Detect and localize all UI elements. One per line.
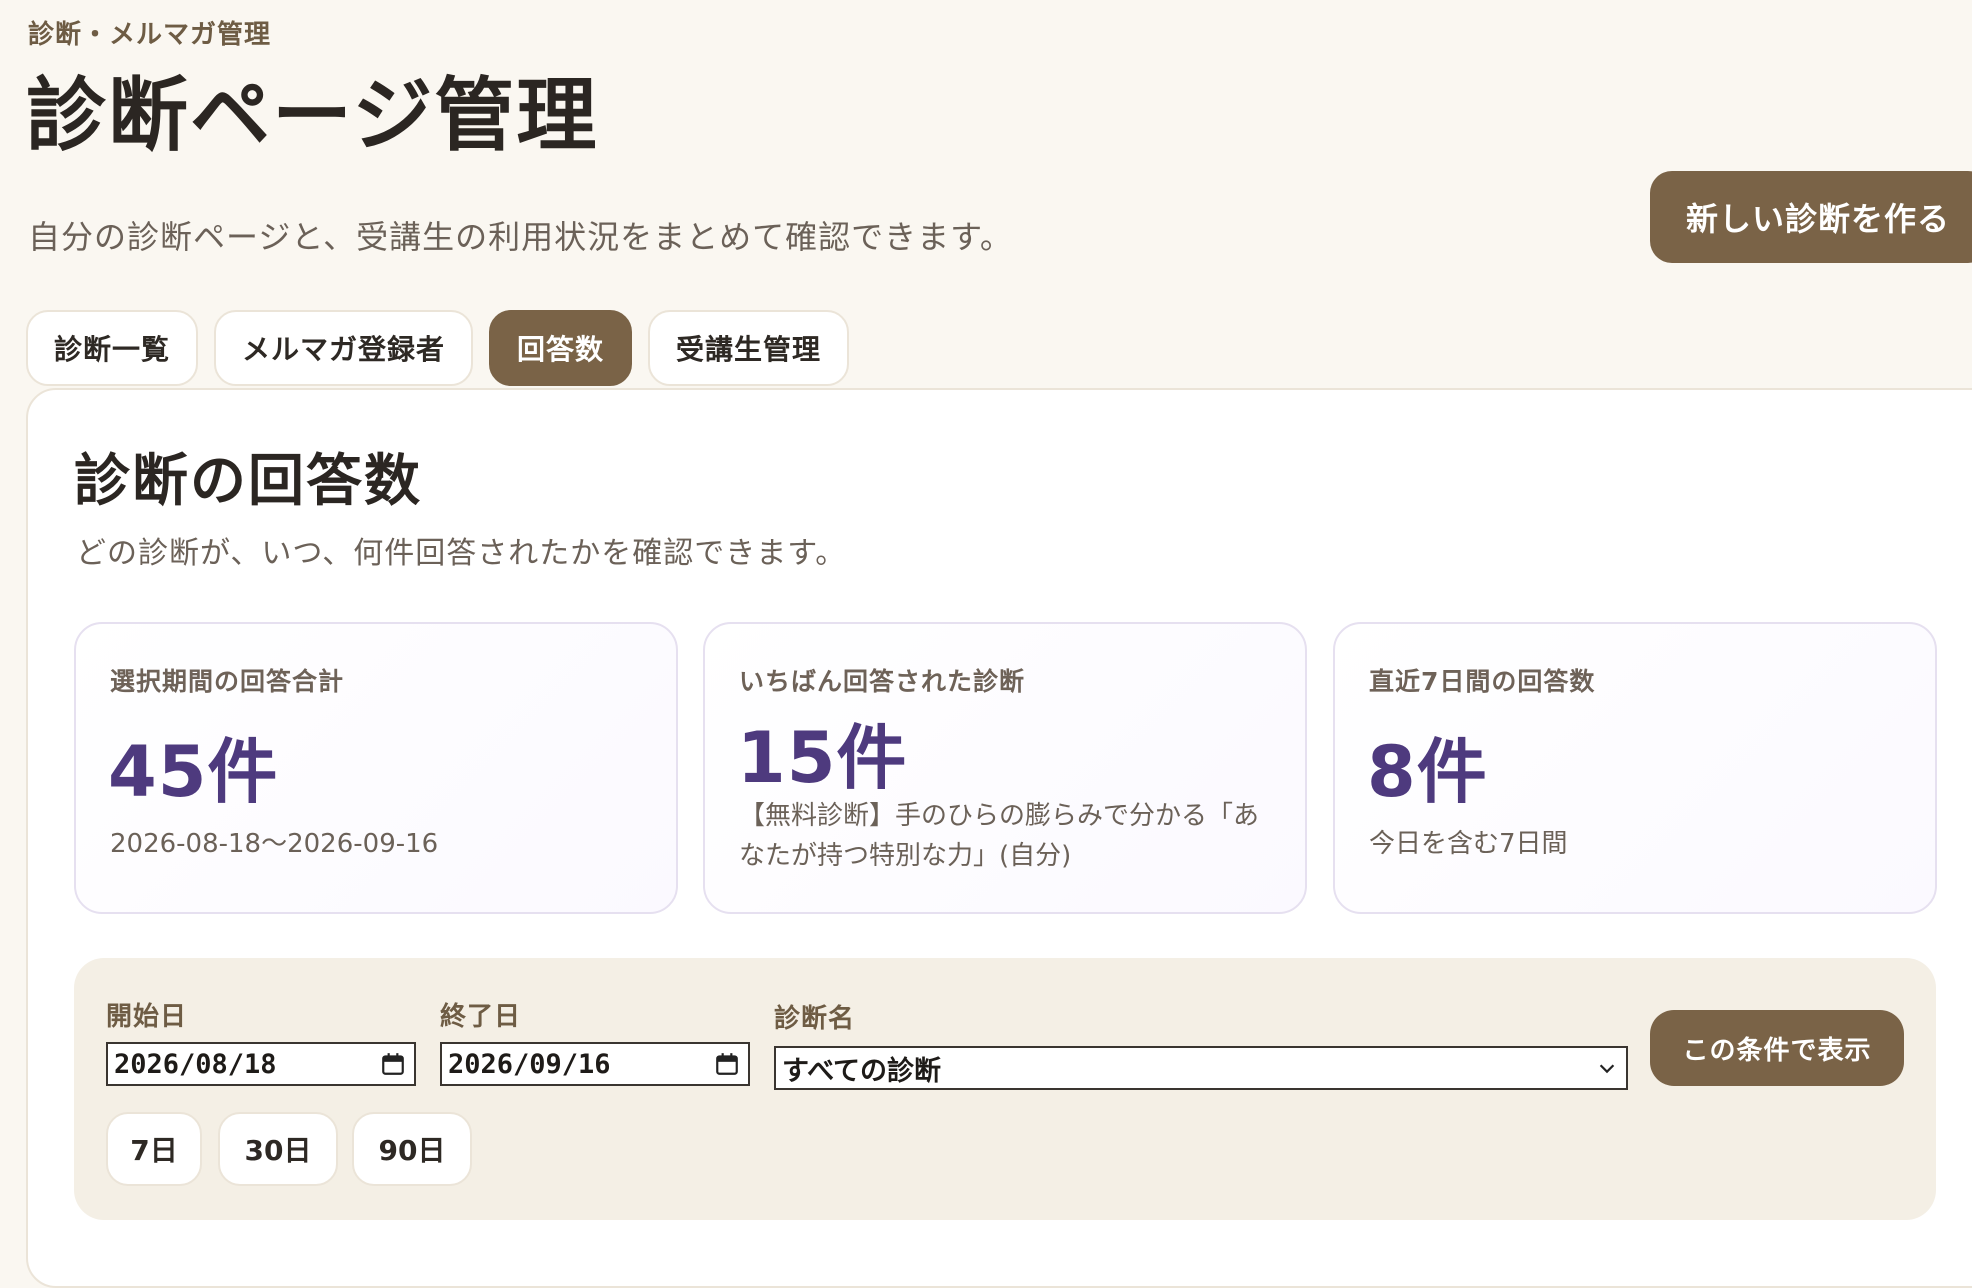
tab-response-count[interactable]: 回答数 — [489, 310, 633, 386]
stat-value: 8件 — [1367, 731, 1488, 813]
stat-card-last-7-days: 直近7日間の回答数 8件 今日を含む7日間 — [1333, 622, 1937, 914]
start-date-value: 2026/08/18 — [114, 1048, 277, 1080]
filter-bar: 開始日 2026/08/18 終了日 2026/09/16 診断名 すべての診断 — [74, 958, 1936, 1220]
create-diagnosis-button[interactable]: 新しい診断を作る — [1650, 171, 1972, 263]
stat-value: 45件 — [108, 731, 279, 813]
page-description: 自分の診断ページと、受講生の利用状況をまとめて確認できます。 — [28, 218, 1013, 256]
tab-student-management[interactable]: 受講生管理 — [648, 310, 850, 386]
tab-newsletter-subscribers[interactable]: メルマガ登録者 — [214, 310, 474, 386]
end-date-value: 2026/09/16 — [448, 1048, 611, 1080]
diagnosis-select-value: すべての診断 — [782, 1055, 942, 1087]
chevron-down-icon — [1599, 1064, 1615, 1074]
diagnosis-select[interactable]: すべての診断 — [774, 1046, 1628, 1090]
end-date-label: 終了日 — [440, 1002, 522, 1032]
diagnosis-name-label: 診断名 — [774, 1004, 856, 1034]
quick-range-30-days[interactable]: 30日 — [218, 1112, 338, 1186]
stat-diagnosis-name: 【無料診断】手のひらの膨らみで分かる「あなたが持つ特別な力」(自分) — [739, 801, 1260, 871]
start-date-label: 開始日 — [106, 1002, 188, 1032]
stat-date-range: 2026-08-18〜2026-09-16 — [110, 829, 439, 859]
stat-label: 直近7日間の回答数 — [1369, 667, 1596, 696]
breadcrumb: 診断・メルマガ管理 — [28, 20, 272, 50]
panel-title: 診断の回答数 — [74, 449, 422, 514]
quick-range-90-days[interactable]: 90日 — [352, 1112, 472, 1186]
panel-description: どの診断が、いつ、何件回答されたかを確認できます。 — [76, 536, 847, 571]
tab-diagnosis-list[interactable]: 診断一覧 — [26, 310, 199, 386]
apply-filter-button[interactable]: この条件で表示 — [1650, 1010, 1904, 1086]
stat-card-period-total: 選択期間の回答合計 45件 2026-08-18〜2026-09-16 — [74, 622, 678, 914]
end-date-input[interactable]: 2026/09/16 — [440, 1042, 750, 1086]
calendar-icon[interactable] — [380, 1051, 406, 1077]
response-count-panel: 診断の回答数 どの診断が、いつ、何件回答されたかを確認できます。 選択期間の回答… — [26, 388, 1972, 1288]
stat-value: 15件 — [737, 717, 908, 799]
start-date-input[interactable]: 2026/08/18 — [106, 1042, 416, 1086]
tab-bar: 診断一覧 メルマガ登録者 回答数 受講生管理 — [26, 310, 850, 386]
page-title: 診断ページ管理 — [26, 69, 599, 162]
stat-card-top-diagnosis: いちばん回答された診断 15件 【無料診断】手のひらの膨らみで分かる「あなたが持… — [703, 622, 1307, 914]
calendar-icon[interactable] — [714, 1051, 740, 1077]
stat-label: 選択期間の回答合計 — [110, 667, 345, 696]
stat-note: 今日を含む7日間 — [1369, 829, 1568, 859]
quick-range-7-days[interactable]: 7日 — [106, 1112, 202, 1186]
stat-label: いちばん回答された診断 — [739, 667, 1026, 696]
